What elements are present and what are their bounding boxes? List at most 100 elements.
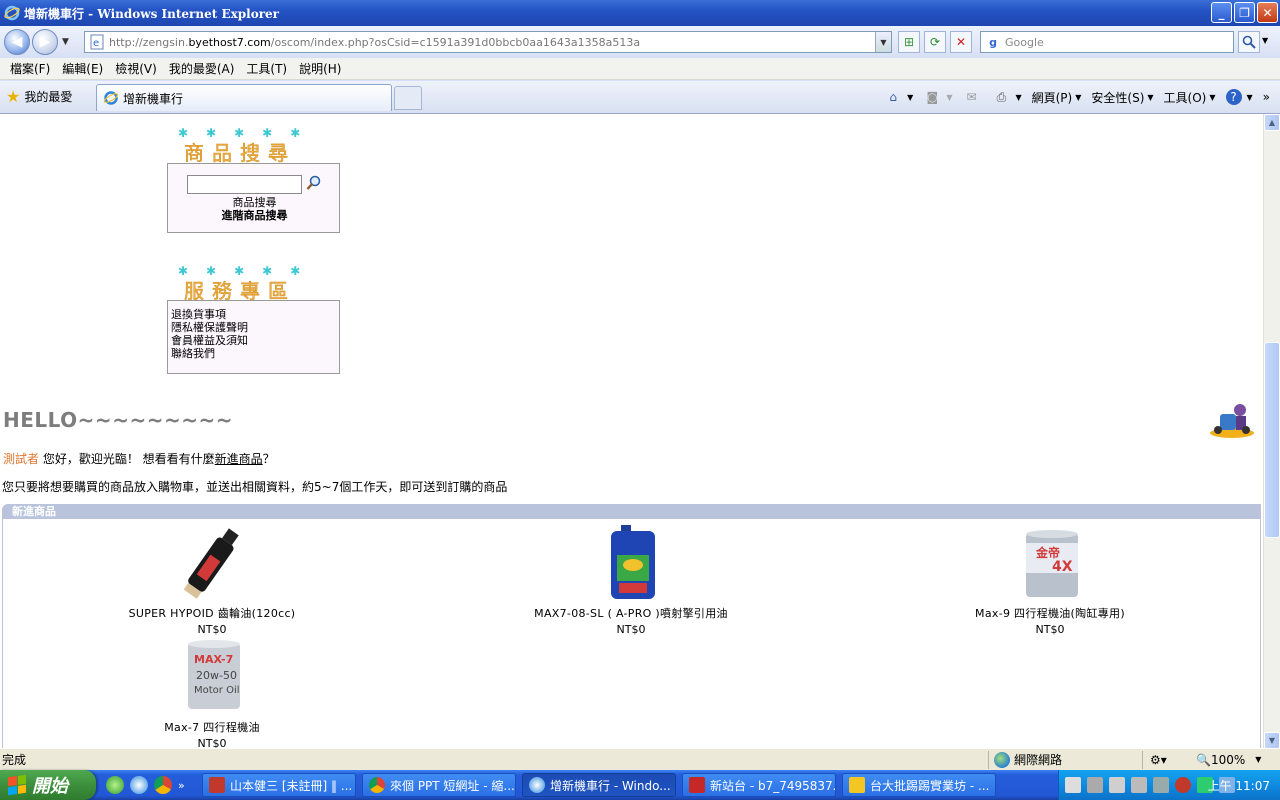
start-button[interactable]: 開始	[0, 770, 96, 800]
link-privacy[interactable]: 隱私權保護聲明	[171, 321, 248, 334]
zoom-control[interactable]: 🔍 100% ▼	[1196, 753, 1261, 767]
refresh-button[interactable]: ⟳	[924, 31, 946, 53]
taskbar-item[interactable]: 山本健三 [未註冊] ‖ ...	[202, 773, 356, 797]
address-bar[interactable]: e http://zengsin. byethost7.com/oscom/ind…	[84, 31, 892, 53]
stop-button[interactable]: ✕	[950, 31, 972, 53]
quick-launch-overflow-icon[interactable]: »	[178, 779, 185, 792]
new-products-header: 新進商品	[2, 504, 1261, 519]
link-contact[interactable]: 聯絡我們	[171, 347, 248, 360]
help-button[interactable]: ? ▼	[1222, 89, 1257, 105]
mascot-icon	[1210, 404, 1254, 438]
product-name[interactable]: MAX7-08-SL ( A-PRO )噴射擎引用油	[481, 605, 781, 621]
search-input[interactable]: g Google	[980, 31, 1234, 53]
product-card[interactable]: MAX7-08-SL ( A-PRO )噴射擎引用油 NT$0	[481, 525, 781, 636]
product-image[interactable]	[162, 525, 262, 601]
product-card[interactable]: SUPER HYPOID 齒輪油(120cc) NT$0	[62, 525, 362, 636]
forward-button[interactable]: ▶	[32, 29, 58, 55]
tray-expand-icon[interactable]	[1153, 777, 1169, 793]
display-icon[interactable]	[1109, 777, 1125, 793]
search-icon[interactable]	[306, 175, 322, 191]
new-products-link[interactable]: 新進商品	[215, 452, 263, 466]
page-icon: e	[90, 34, 104, 50]
taskbar-item-active[interactable]: 增新機車行 - Windo...	[522, 773, 676, 797]
edit-icon[interactable]	[1131, 777, 1147, 793]
stop-icon: ✕	[955, 35, 967, 49]
product-card[interactable]: MAX-7 20w-50 Motor Oil Max-7 四行程機油 NT$0	[62, 639, 362, 748]
toolbar-overflow[interactable]: »	[1259, 90, 1274, 104]
minimize-button[interactable]: _	[1211, 2, 1232, 23]
address-toolbar: ◀ ▶ ▼ e http://zengsin. byethost7.com/osc…	[0, 26, 1280, 58]
zone-label: 網際網路	[1014, 753, 1063, 767]
product-image[interactable]: MAX-7 20w-50 Motor Oil	[162, 639, 262, 715]
scroll-up-button[interactable]: ▲	[1264, 114, 1280, 131]
product-name[interactable]: Max-7 四行程機油	[62, 719, 362, 735]
tab-active[interactable]: 增新機車行	[96, 84, 392, 111]
app-icon	[849, 777, 865, 793]
start-label: 開始	[32, 776, 68, 797]
engine-oil-bottle-icon	[611, 525, 655, 599]
menu-edit[interactable]: 編輯(E)	[56, 60, 109, 77]
product-image[interactable]: 金帝 4X	[1000, 525, 1100, 601]
search-options-icon[interactable]: ▼	[1262, 36, 1268, 45]
protected-mode-icon[interactable]: ⚙▾	[1150, 753, 1167, 767]
hello-heading: HELLO~~~~~~~~~	[3, 408, 233, 432]
vertical-scrollbar[interactable]: ▲ ▼	[1263, 114, 1280, 748]
product-image[interactable]	[581, 525, 681, 601]
menu-file[interactable]: 檔案(F)	[4, 60, 56, 77]
safety-menu[interactable]: 安全性(S) ▼	[1087, 89, 1157, 106]
link-returns[interactable]: 退換貨事項	[171, 308, 248, 321]
product-name[interactable]: SUPER HYPOID 齒輪油(120cc)	[62, 605, 362, 621]
motor-oil-can-icon: MAX-7 20w-50 Motor Oil	[188, 640, 240, 709]
advanced-search-link[interactable]: 進階商品搜尋	[168, 207, 341, 223]
product-search-input[interactable]	[187, 175, 302, 194]
feeds-button[interactable]: ◙ ▼	[919, 89, 956, 105]
page-menu[interactable]: 網頁(P) ▼	[1028, 89, 1086, 106]
refresh-icon: ⟳	[929, 35, 941, 49]
home-button[interactable]: ⌂ ▼	[880, 89, 917, 105]
security-zone[interactable]: 網際網路	[994, 751, 1062, 768]
ie-icon[interactable]	[130, 776, 148, 794]
scroll-down-button[interactable]: ▼	[1264, 732, 1280, 748]
taskbar-item[interactable]: 台大批踢踢實業坊 - ...	[842, 773, 996, 797]
print-button[interactable]: ⎙ ▼	[988, 89, 1025, 105]
product-price: NT$0	[616, 623, 646, 636]
shopping-note: 您只要將想要購買的商品放入購物車，並送出相關資料，約5~7個工作天，即可送到訂購…	[2, 480, 508, 494]
favorites-button[interactable]: ★ 我的最愛	[0, 87, 90, 106]
product-name[interactable]: Max-9 四行程機油(陶缸專用)	[900, 605, 1200, 621]
taskbar-item[interactable]: 新站台 - b7_7495837...	[682, 773, 836, 797]
menu-favorites[interactable]: 我的最愛(A)	[163, 60, 241, 77]
address-dropdown-icon[interactable]: ▼	[875, 32, 891, 52]
taskbar-item-label: 來個 PPT 短網址 - 縮...	[390, 778, 515, 793]
menu-help[interactable]: 說明(H)	[293, 60, 347, 77]
taskbar-item[interactable]: 來個 PPT 短網址 - 縮...	[362, 773, 516, 797]
taskbar: 開始 » 山本健三 [未註冊] ‖ ... 來個 PPT 短網址 - 縮... …	[0, 770, 1280, 800]
search-box-title: 商品搜尋	[184, 141, 296, 166]
compatibility-view-button[interactable]: ⊞	[898, 31, 920, 53]
oil-can-icon: 金帝 4X	[1026, 530, 1078, 597]
restore-button[interactable]: ❐	[1234, 2, 1255, 23]
close-button[interactable]: ✕	[1257, 2, 1278, 23]
keyboard-icon[interactable]	[1065, 777, 1081, 793]
welcome-text: 您好，歡迎光臨！ 想看看有什麼	[39, 452, 215, 466]
url-prefix: http://zengsin.	[109, 35, 189, 49]
desktop-icon[interactable]	[106, 776, 124, 794]
back-button[interactable]: ◀	[4, 29, 30, 55]
shield-icon[interactable]	[1175, 777, 1191, 793]
pen-icon[interactable]	[1087, 777, 1103, 793]
history-dropdown-icon[interactable]: ▼	[62, 37, 69, 47]
scroll-thumb[interactable]	[1264, 342, 1280, 538]
status-text: 完成	[2, 753, 27, 767]
tools-menu[interactable]: 工具(O) ▼	[1160, 89, 1220, 106]
chrome-icon[interactable]	[154, 776, 172, 794]
menu-tools[interactable]: 工具(T)	[240, 60, 293, 77]
search-button[interactable]	[1238, 31, 1260, 53]
svg-text:20w-50: 20w-50	[196, 669, 237, 682]
mail-button[interactable]: ✉	[958, 89, 986, 105]
new-tab-button[interactable]	[394, 86, 422, 110]
menu-view[interactable]: 檢視(V)	[109, 60, 163, 77]
chrome-icon	[369, 777, 385, 793]
product-card[interactable]: 金帝 4X Max-9 四行程機油(陶缸專用) NT$0	[900, 525, 1200, 636]
clock[interactable]: 上午 11:07	[1208, 777, 1270, 794]
link-member-rights[interactable]: 會員權益及須知	[171, 334, 248, 347]
system-tray: 上午 11:07	[1058, 770, 1280, 800]
